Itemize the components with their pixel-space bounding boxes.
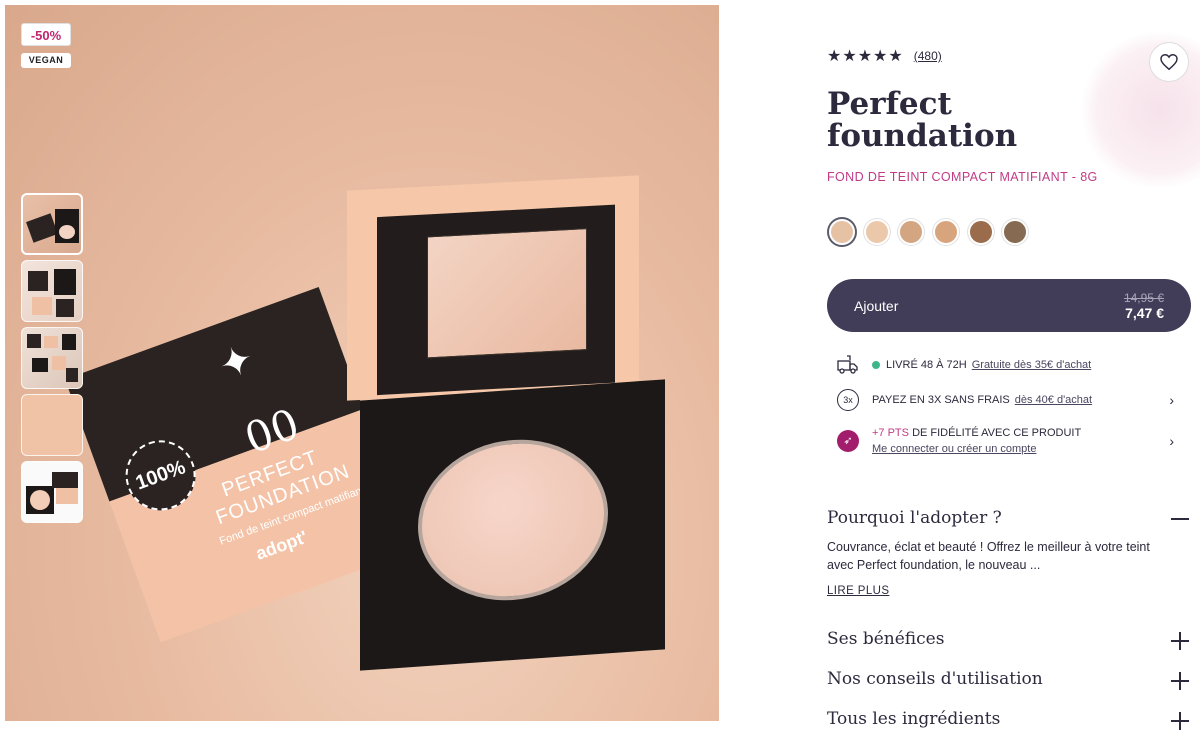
accordion-usage-title[interactable]: Nos conseils d'utilisation <box>827 669 1043 689</box>
read-more-link[interactable]: LIRE PLUS <box>827 585 889 597</box>
expand-icon[interactable] <box>1170 631 1190 651</box>
login-link[interactable]: Me connecter ou créer un compte <box>872 443 1036 455</box>
loyalty-info[interactable]: ➶ +7 PTS DE FIDÉLITÉ AVEC CE PRODUIT Me … <box>836 424 1186 458</box>
free-delivery-link[interactable]: Gratuite dès 35€ d'achat <box>972 359 1092 371</box>
installment-info[interactable]: 3x PAYEZ EN 3X SANS FRAIS dès 40€ d'acha… <box>836 388 1186 412</box>
shade-swatch-6[interactable] <box>1002 219 1029 245</box>
original-price: 14,95 € <box>1123 290 1164 305</box>
chevron-right-icon: › <box>1169 433 1174 449</box>
delivery-text: LIVRÉ 48 À 72H <box>886 359 967 371</box>
thumbnail-gallery <box>21 193 83 528</box>
delivery-info: LIVRÉ 48 À 72H Gratuite dès 35€ d'achat <box>836 353 1186 377</box>
compact-mirror <box>427 228 587 359</box>
accordion-why-title[interactable]: Pourquoi l'adopter ? <box>827 508 1002 528</box>
collapse-icon[interactable] <box>1170 509 1190 529</box>
installment-3x-icon: 3x <box>837 389 859 411</box>
shade-swatch-5[interactable] <box>967 219 994 245</box>
discount-badge: -50% <box>21 23 71 46</box>
accordion-ingredients-title[interactable]: Tous les ingrédients <box>827 709 1000 729</box>
favorite-button[interactable] <box>1149 42 1189 82</box>
loyalty-text: DE FIDÉLITÉ AVEC CE PRODUIT <box>912 427 1082 439</box>
accordion-why-body: Couvrance, éclat et beauté ! Offrez le m… <box>827 540 1150 572</box>
shade-swatch-1[interactable] <box>829 219 855 245</box>
reviews-count-link[interactable]: (480) <box>914 49 942 63</box>
accordion-benefits-title[interactable]: Ses bénéfices <box>827 629 944 649</box>
rating-stars: ★★★★★ <box>827 48 904 65</box>
add-to-cart-label: Ajouter <box>854 297 899 314</box>
heart-icon <box>1160 54 1178 70</box>
product-title: Perfect foundation <box>827 86 1018 154</box>
shade-selector <box>829 219 1037 245</box>
installment-link[interactable]: dès 40€ d'achat <box>1015 394 1092 406</box>
thumbnail-1[interactable] <box>21 193 83 255</box>
thumbnail-2[interactable] <box>21 260 83 322</box>
add-to-cart-button[interactable]: Ajouter 14,95 € 7,47 € <box>827 279 1191 332</box>
shade-swatch-4[interactable] <box>933 219 960 245</box>
chevron-right-icon: › <box>1169 392 1174 408</box>
compact-lid <box>347 175 639 401</box>
compact-base <box>360 379 665 671</box>
shade-swatch-2[interactable] <box>863 219 890 245</box>
thumbnail-3[interactable] <box>21 327 83 389</box>
loyalty-points: +7 PTS <box>872 427 909 439</box>
product-main-image[interactable]: ✦ 100% 00 PERFECT FOUNDATION Fond de tei… <box>5 5 719 721</box>
sale-price: 7,47 € <box>1125 304 1164 321</box>
shade-swatch-3[interactable] <box>898 219 925 245</box>
expand-icon[interactable] <box>1170 711 1190 731</box>
bird-icon: ➶ <box>837 430 859 452</box>
delivery-status-dot <box>872 361 880 369</box>
vegan-badge: VEGAN <box>21 53 71 68</box>
product-rating: ★★★★★ (480) <box>827 46 942 66</box>
thumbnail-5[interactable] <box>21 461 83 523</box>
truck-icon <box>836 353 860 377</box>
foundation-powder <box>418 433 608 607</box>
thumbnail-4[interactable] <box>21 394 83 456</box>
product-subtitle: FOND DE TEINT COMPACT MATIFIANT - 8G <box>827 170 1098 184</box>
installment-text: PAYEZ EN 3X SANS FRAIS <box>872 394 1010 406</box>
expand-icon[interactable] <box>1170 671 1190 691</box>
